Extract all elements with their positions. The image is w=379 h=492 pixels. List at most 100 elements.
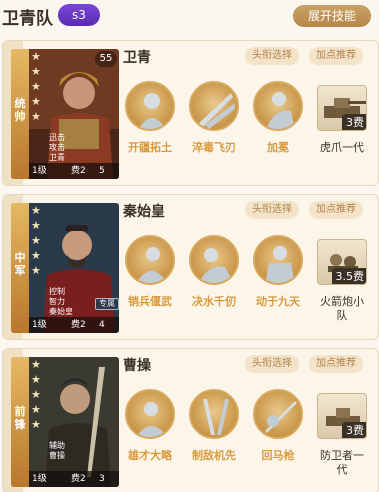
star-icon: ★ <box>31 264 41 277</box>
skill-name: 雄才大略 <box>128 449 172 462</box>
general-portrait[interactable]: 前锋 ★ ★ ★ ★ ★ 辅助 曹操 1级 费2 3 <box>11 357 119 487</box>
gear-icon: 3费 <box>317 393 367 439</box>
skill-icon <box>189 81 239 131</box>
tag: 卫青 <box>49 153 65 162</box>
role-label: 中军 <box>14 251 26 277</box>
tag: 攻击 <box>49 143 65 152</box>
star-icon: ★ <box>31 65 41 78</box>
portrait-bottom-bar: 1级 费2 3 <box>29 471 119 487</box>
star-rating: ★ ★ ★ ★ ★ <box>31 359 43 434</box>
skill-icon <box>253 235 303 285</box>
star-icon: ★ <box>31 204 41 217</box>
skill-name: 淬毒飞刃 <box>192 141 236 154</box>
star-icon: ★ <box>31 388 41 401</box>
star-icon: ★ <box>31 249 41 262</box>
skill-icon <box>253 81 303 131</box>
skill-icon <box>189 389 239 439</box>
gear-slot[interactable]: 3.5费 火箭炮小队 <box>315 239 369 323</box>
title-select-button[interactable]: 头衔选择 <box>245 47 299 65</box>
level-text: 1级 <box>32 320 47 330</box>
skill-slot[interactable]: 决水千仞 <box>185 235 243 309</box>
title-select-button[interactable]: 头衔选择 <box>245 355 299 373</box>
tag: 控制 <box>49 287 65 296</box>
skill-name: 销兵偃武 <box>128 295 172 308</box>
skill-slot[interactable]: 销兵偃武 <box>121 235 179 309</box>
tag: 智力 <box>49 297 65 306</box>
general-name: 卫青 <box>123 50 151 66</box>
skill-icon <box>189 235 239 285</box>
general-card-weiqing: 统帅 ★ ★ ★ ★ ★ 55 迅击 攻击 卫青 1级 费2 5 卫青 头衔选择… <box>2 40 379 186</box>
tag: 曹操 <box>49 451 65 460</box>
cost-text: 费2 <box>71 474 86 484</box>
general-name: 秦始皇 <box>123 204 165 220</box>
gear-slot[interactable]: 3费 防卫者一代 <box>315 393 369 477</box>
team-header: 卫青队 s3 展开技能 <box>0 0 379 32</box>
level-text: 1级 <box>32 166 47 176</box>
gear-name: 火箭炮小队 <box>320 295 364 322</box>
skill-slot[interactable]: 加冕 <box>249 81 307 155</box>
title-select-button[interactable]: 头衔选择 <box>245 201 299 219</box>
star-icon: ★ <box>31 219 41 232</box>
points-recommend-button[interactable]: 加点推荐 <box>309 355 363 373</box>
extra-value: 5 <box>99 166 105 176</box>
general-tags: 控制 智力 秦始皇 <box>49 287 73 317</box>
skill-slot[interactable]: 回马枪 <box>249 389 307 463</box>
star-rating: ★ ★ ★ ★ ★ <box>31 205 43 280</box>
season-badge: s3 <box>58 4 100 26</box>
skill-slot[interactable]: 淬毒飞刃 <box>185 81 243 155</box>
skill-icon <box>125 235 175 285</box>
skill-name: 决水千仞 <box>192 295 236 308</box>
role-label: 前锋 <box>14 405 26 431</box>
skill-name: 加冕 <box>267 141 289 154</box>
tag: 迅击 <box>49 133 65 142</box>
skill-name: 回马枪 <box>261 449 295 462</box>
general-card-qinshihuang: 中军 ★ ★ ★ ★ ★ 控制 智力 秦始皇 专属 1级 费2 4 秦始皇 头衔… <box>2 194 379 340</box>
role-label: 统帅 <box>14 97 26 123</box>
star-icon: ★ <box>31 373 41 386</box>
star-icon: ★ <box>31 95 41 108</box>
portrait-bottom-bar: 1级 费2 4 <box>29 317 119 333</box>
general-name: 曹操 <box>123 358 151 374</box>
star-icon: ★ <box>31 234 41 247</box>
tag: 秦始皇 <box>49 307 73 316</box>
gear-slot[interactable]: 3费 虎爪一代 <box>315 85 369 155</box>
skill-icon <box>125 389 175 439</box>
star-icon: ★ <box>31 50 41 63</box>
general-portrait[interactable]: 中军 ★ ★ ★ ★ ★ 控制 智力 秦始皇 专属 1级 费2 4 <box>11 203 119 333</box>
star-icon: ★ <box>31 418 41 431</box>
extra-value: 3 <box>99 474 105 484</box>
star-icon: ★ <box>31 110 41 123</box>
general-tags: 迅击 攻击 卫青 <box>49 133 65 163</box>
general-tags: 辅助 曹操 <box>49 441 65 461</box>
general-portrait[interactable]: 统帅 ★ ★ ★ ★ ★ 55 迅击 攻击 卫青 1级 费2 5 <box>11 49 119 179</box>
star-icon: ★ <box>31 403 41 416</box>
portrait-bottom-bar: 1级 费2 5 <box>29 163 119 179</box>
skill-slot[interactable]: 开疆拓土 <box>121 81 179 155</box>
extra-value: 4 <box>99 320 105 330</box>
team-title: 卫青队 <box>2 9 53 29</box>
star-icon: ★ <box>31 358 41 371</box>
corner-badge: 55 <box>95 51 117 67</box>
gear-name: 防卫者一代 <box>320 449 364 476</box>
gear-icon: 3费 <box>317 85 367 131</box>
skill-icon <box>125 81 175 131</box>
gear-cost: 3费 <box>342 114 366 130</box>
gear-name: 虎爪一代 <box>320 141 364 154</box>
gear-icon: 3.5费 <box>317 239 367 285</box>
star-rating: ★ ★ ★ ★ ★ <box>31 51 43 126</box>
skill-slot[interactable]: 雄才大略 <box>121 389 179 463</box>
skill-name: 动于九天 <box>256 295 300 308</box>
points-recommend-button[interactable]: 加点推荐 <box>309 201 363 219</box>
general-card-caocao: 前锋 ★ ★ ★ ★ ★ 辅助 曹操 1级 费2 3 曹操 头衔选择 加点推荐 … <box>2 348 379 492</box>
expand-skills-button[interactable]: 展开技能 <box>293 5 371 27</box>
exclusive-tag: 专属 <box>95 298 119 310</box>
gear-cost: 3费 <box>342 422 366 438</box>
tag: 辅助 <box>49 441 65 450</box>
gear-cost: 3.5费 <box>331 268 366 284</box>
skill-slot[interactable]: 动于九天 <box>249 235 307 309</box>
skill-name: 制敌机先 <box>192 449 236 462</box>
skill-slot[interactable]: 制敌机先 <box>185 389 243 463</box>
cost-text: 费2 <box>71 166 86 176</box>
points-recommend-button[interactable]: 加点推荐 <box>309 47 363 65</box>
skill-name: 开疆拓土 <box>128 141 172 154</box>
